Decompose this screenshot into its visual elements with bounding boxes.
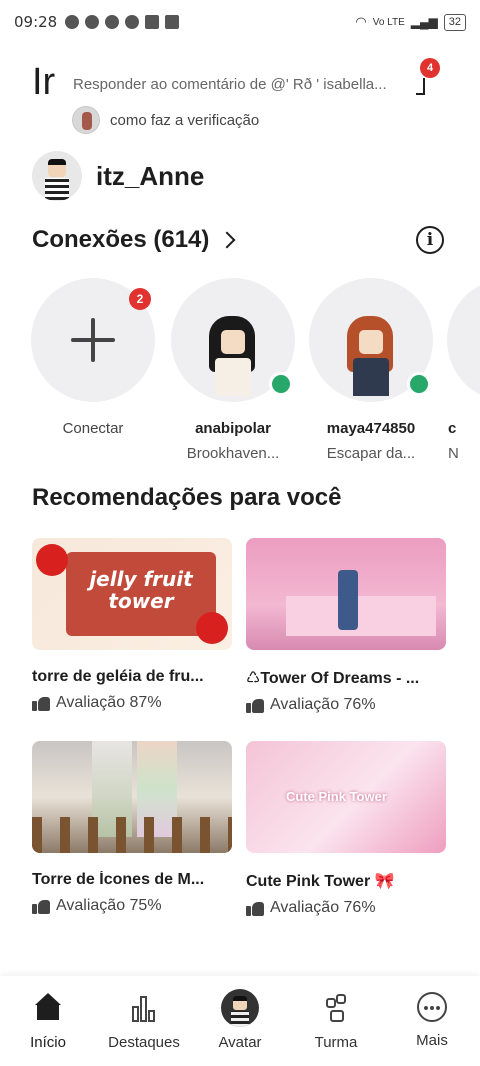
online-indicator	[407, 372, 431, 396]
signal-icon: ▂▄▆	[410, 15, 438, 29]
friend-item[interactable]: anabipolar Brookhaven...	[170, 278, 296, 462]
friend-status[interactable]: N	[446, 445, 480, 462]
chart-icon[interactable]	[128, 992, 160, 1024]
nav-avatar[interactable]: Avatar	[192, 976, 288, 1066]
thumbs-up-icon	[246, 697, 264, 713]
avatar-icon[interactable]	[221, 989, 259, 1027]
friend-status[interactable]: Brookhaven...	[170, 445, 296, 462]
sub-notification-text: como faz a verificação	[110, 111, 260, 129]
game-title: torre de geléia de fru...	[32, 668, 204, 685]
apple-icon	[36, 544, 68, 576]
friend-name: maya474850	[326, 420, 416, 437]
add-connection-circle[interactable]: 2	[31, 278, 155, 402]
thumbs-up-icon	[32, 695, 50, 711]
rating-text: Avaliação 87%	[56, 694, 162, 711]
friend-name: c	[448, 420, 457, 437]
sub-notification[interactable]: como faz a verificação	[72, 106, 259, 134]
connections-carousel[interactable]: 2 Conectar anabipolar Brookhaven... maya…	[30, 278, 480, 468]
thumbnail-text: Cute Pink Tower	[286, 789, 387, 804]
game-card[interactable]: Torre de Ícones de M... Avaliação 75%	[32, 741, 232, 915]
status-notification-icons	[65, 15, 180, 29]
game-thumbnail[interactable]: Cute Pink Tower	[246, 741, 446, 853]
status-right: ◠ Vo LTE ▂▄▆ 32	[355, 13, 466, 31]
chevron-right-icon[interactable]	[218, 231, 236, 249]
network-label: Vo LTE	[372, 16, 405, 28]
apple-icon	[196, 612, 228, 644]
nav-label[interactable]: Avatar	[218, 1034, 261, 1051]
group-icon[interactable]	[320, 992, 352, 1024]
game-title: ♺Tower Of Dreams - ...	[246, 670, 420, 687]
thumbnail-text: jelly fruit tower	[89, 567, 193, 613]
nav-label[interactable]: Destaques	[108, 1034, 180, 1051]
battery-icon: 32	[443, 13, 466, 31]
friend-status[interactable]: Escapar da...	[308, 445, 434, 462]
notification-preview[interactable]: Responder ao comentário de @' Rð ' isabe…	[73, 76, 413, 93]
nav-group[interactable]: Turma	[288, 976, 384, 1066]
page-title: Ir	[32, 61, 56, 103]
nav-charts[interactable]: Destaques	[96, 976, 192, 1066]
game-rating: Avaliação 87%	[32, 694, 232, 712]
rating-text: Avaliação 76%	[270, 899, 376, 916]
game-title: Cute Pink Tower 🎀	[246, 873, 395, 890]
chrome-icon	[125, 15, 140, 29]
wifi-icon: ◠	[355, 14, 367, 29]
game-title: Torre de Ícones de M...	[32, 871, 205, 888]
connect-button[interactable]: 2 Conectar	[30, 278, 156, 437]
profile-header[interactable]: itz_Anne	[32, 150, 204, 202]
thumbs-up-icon	[32, 898, 50, 914]
nav-more[interactable]: Mais	[384, 976, 480, 1066]
connect-label: Conectar	[62, 420, 124, 437]
game-thumbnail[interactable]	[32, 741, 232, 853]
avatar	[72, 106, 100, 134]
rating-text: Avaliação 75%	[56, 897, 162, 914]
bottom-navigation: Início Destaques Avatar Turma Mais	[0, 976, 480, 1066]
rating-text: Avaliação 76%	[270, 696, 376, 713]
recommendations-title: Recomendações para você	[32, 484, 342, 511]
notification-badge: 4	[420, 58, 440, 78]
roblox-icon	[145, 15, 160, 29]
friend-name: anabipolar	[195, 420, 271, 437]
connections-title[interactable]: Conexões (614)	[32, 226, 209, 254]
more-icon[interactable]	[417, 992, 447, 1022]
nav-label[interactable]: Turma	[315, 1034, 358, 1051]
game-card[interactable]: ♺Tower Of Dreams - ... Avaliação 76%	[246, 538, 446, 714]
status-time: 09:28	[14, 13, 58, 31]
game-rating: Avaliação 76%	[246, 696, 446, 714]
game-rating: Avaliação 75%	[32, 897, 232, 915]
friend-avatar[interactable]	[171, 278, 295, 402]
game-card[interactable]: jelly fruit tower torre de geléia de fru…	[32, 538, 232, 712]
online-indicator	[269, 372, 293, 396]
connections-header[interactable]: Conexões (614) i	[32, 222, 444, 258]
nav-home[interactable]: Início	[0, 976, 96, 1066]
header: Ir Responder ao comentário de @' Rð ' is…	[32, 58, 452, 106]
friend-avatar[interactable]	[309, 278, 433, 402]
connect-badge: 2	[129, 288, 151, 310]
friend-item[interactable]: c N	[446, 278, 480, 462]
game-rating: Avaliação 76%	[246, 899, 446, 917]
status-bar: 09:28 ◠ Vo LTE ▂▄▆ 32	[0, 0, 480, 44]
game-thumbnail[interactable]: jelly fruit tower	[32, 538, 232, 650]
game-card[interactable]: Cute Pink Tower Cute Pink Tower 🎀 Avalia…	[246, 741, 446, 917]
thumbs-up-icon	[246, 900, 264, 916]
nav-label[interactable]: Mais	[416, 1032, 448, 1049]
home-icon[interactable]	[32, 992, 64, 1024]
username[interactable]: itz_Anne	[96, 161, 204, 192]
nav-label[interactable]: Início	[30, 1034, 66, 1051]
video-icon	[165, 15, 180, 29]
info-icon[interactable]: i	[416, 226, 444, 254]
game-thumbnail[interactable]	[246, 538, 446, 650]
profile-avatar[interactable]	[32, 151, 82, 201]
facebook-icon	[85, 15, 100, 29]
chrome-icon	[105, 15, 120, 29]
friend-item[interactable]: maya474850 Escapar da...	[308, 278, 434, 462]
friend-avatar[interactable]	[447, 278, 480, 402]
snapchat-icon	[65, 15, 80, 29]
